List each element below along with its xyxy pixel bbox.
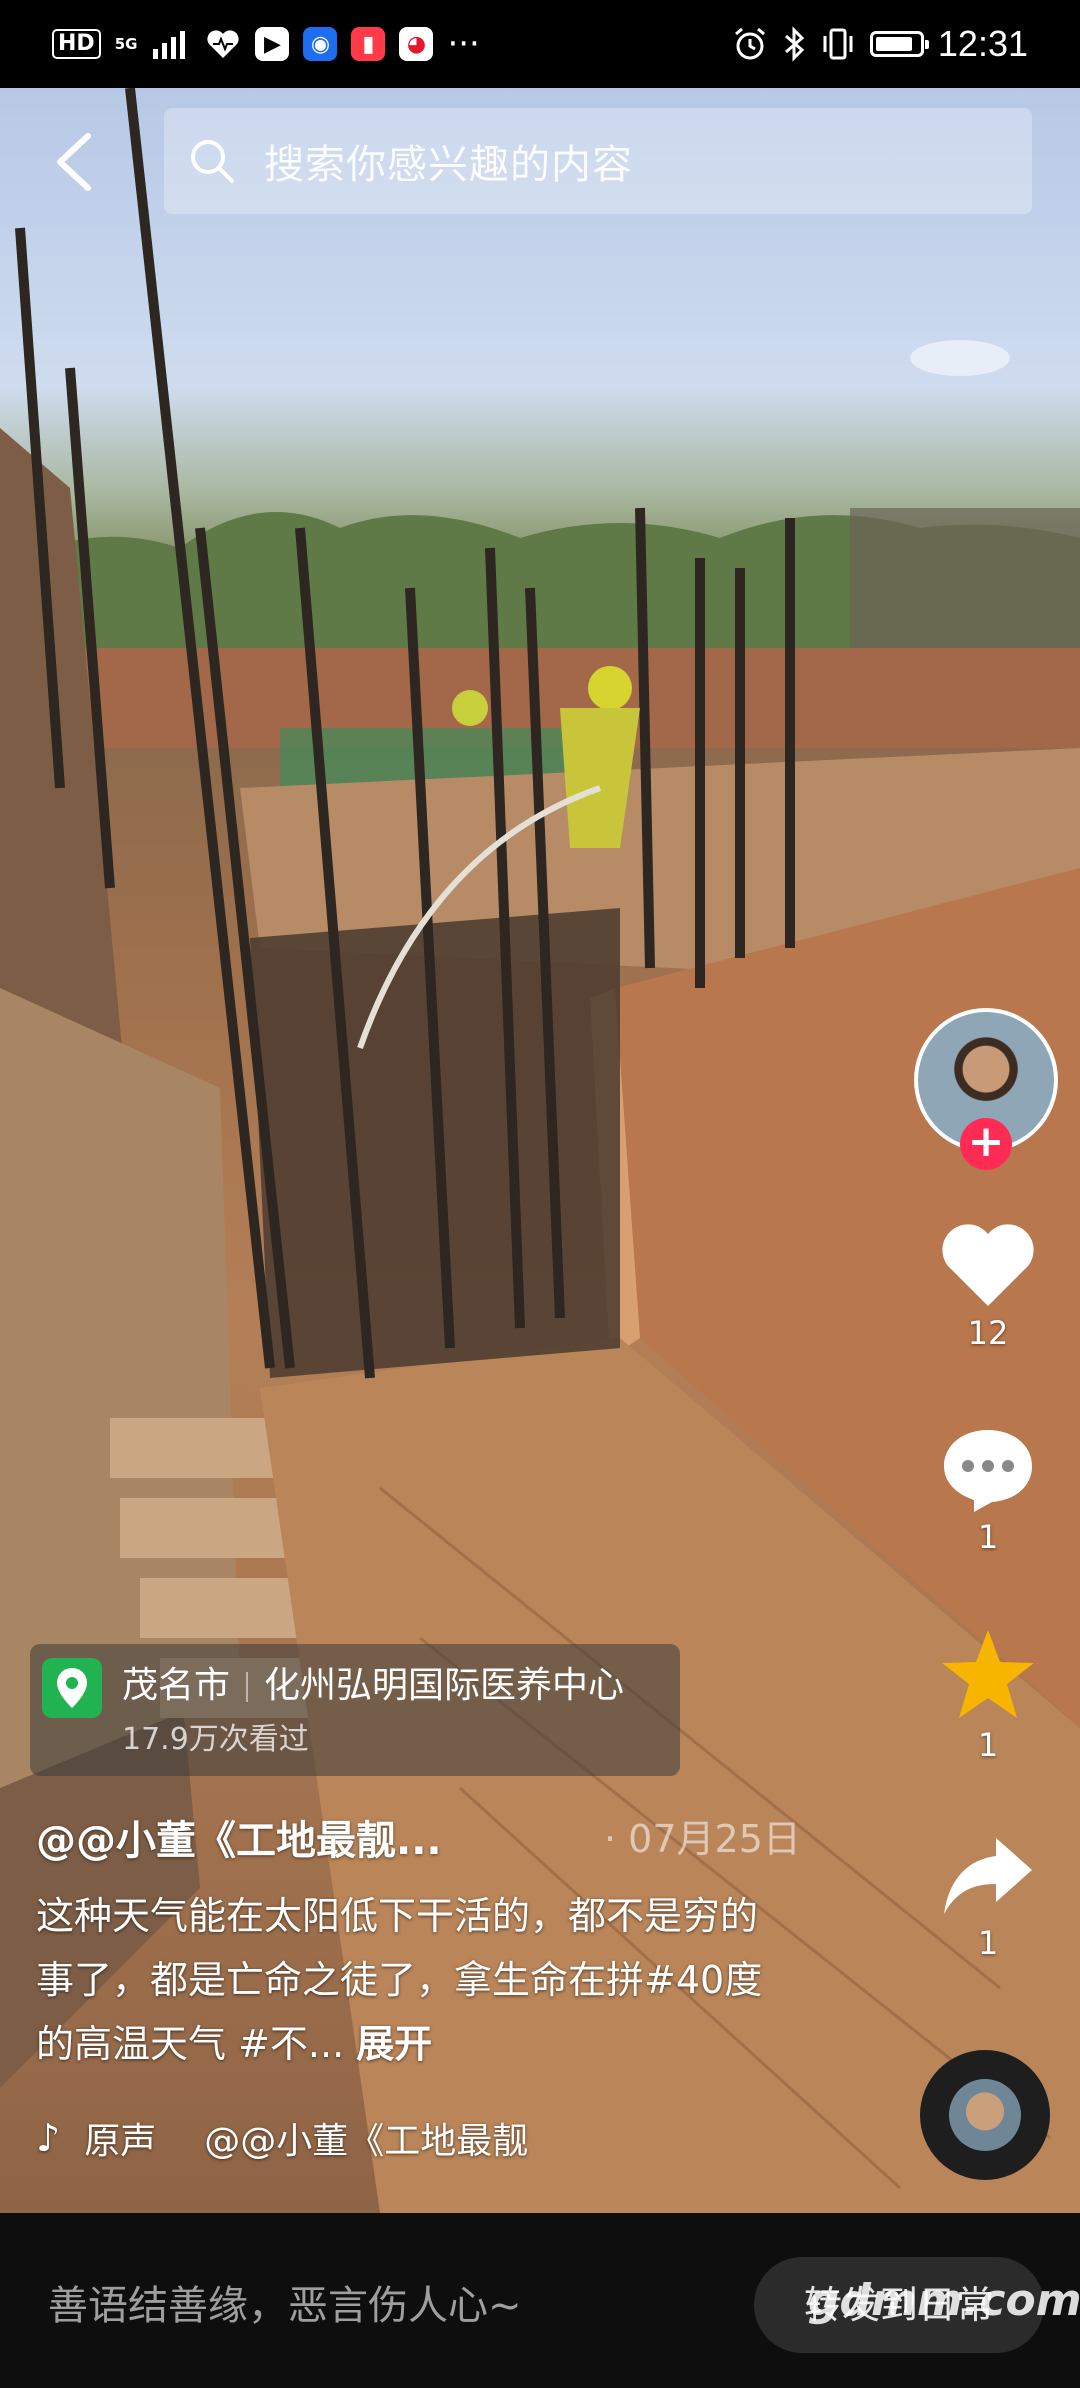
post-date: · 07月25日 [604, 1817, 801, 1861]
alarm-icon [734, 27, 765, 60]
weibo-app-icon: ◕ [399, 27, 434, 61]
location-tag[interactable]: 茂名市 化州弘明国际医养中心 17.9万次看过 [30, 1644, 680, 1776]
battery-icon [869, 31, 929, 57]
watermark: gdmm.com [808, 2275, 1080, 2326]
post-description: 这种天气能在太阳低下干活的，都不是穷的事了，都是亡命之徒了，拿生命在拼#40度的… [36, 1884, 776, 2076]
search-placeholder: 搜索你感兴趣的内容 [264, 142, 633, 188]
comment-button[interactable]: 1 [930, 1424, 1046, 1556]
comment-count: 1 [977, 1518, 999, 1556]
location-place: 化州弘明国际医养中心 [264, 1665, 625, 1706]
music-disc[interactable] [920, 2050, 1050, 2180]
location-views: 17.9万次看过 [122, 1722, 309, 1757]
author-avatar-container[interactable]: + [914, 1008, 1058, 1170]
favorite-count: 1 [977, 1726, 999, 1764]
hd-indicator: HD [52, 29, 101, 59]
author-name[interactable]: @@小董《工地最靓... [36, 1808, 442, 1866]
location-divider [246, 1672, 249, 1702]
like-count: 12 [967, 1314, 1009, 1352]
share-arrow-icon [944, 1838, 1032, 1914]
comment-input[interactable]: 善语结善缘，恶言伤人心~ [48, 2273, 522, 2331]
health-icon [207, 30, 240, 58]
more-notifications-icon: ··· [447, 24, 480, 64]
search-bar[interactable]: 搜索你感兴趣的内容 [164, 108, 1032, 214]
music-artist: @@小董《工地最靓 [204, 2121, 529, 2162]
star-icon [942, 1630, 1034, 1718]
music-note-icon: ♪ [36, 2116, 61, 2160]
video-app-icon: ▶ [255, 27, 290, 61]
expand-link[interactable]: 展开 [356, 2022, 432, 2066]
music-disc-avatar [949, 2079, 1021, 2151]
like-button[interactable]: 12 [930, 1220, 1046, 1352]
status-bar: HD 5G ▶ ◉ ▮ ◕ ··· 12:31 [0, 0, 1080, 88]
vibrate-icon [823, 28, 853, 60]
red-book-app-icon: ▮ [351, 27, 386, 61]
heart-icon [942, 1224, 1034, 1306]
lightbulb-app-icon: ◉ [303, 27, 338, 61]
network-type: 5G [114, 35, 138, 53]
back-arrow-icon[interactable] [48, 130, 108, 194]
clock: 12:31 [937, 23, 1028, 64]
share-count: 1 [977, 1924, 999, 1962]
favorite-button[interactable]: 1 [930, 1626, 1046, 1764]
bluetooth-icon [784, 26, 805, 62]
location-city: 茂名市 [122, 1665, 231, 1706]
share-button[interactable]: 1 [930, 1830, 1046, 1962]
cellular-signal-icon [153, 31, 186, 59]
location-pin-icon [42, 1658, 102, 1718]
comment-icon [944, 1430, 1032, 1512]
follow-button[interactable]: + [960, 1118, 1012, 1170]
music-info[interactable]: ♪ 原声 @@小董《工地最靓 [36, 2112, 528, 2164]
music-label: 原声 [84, 2121, 157, 2162]
search-icon [191, 140, 234, 183]
